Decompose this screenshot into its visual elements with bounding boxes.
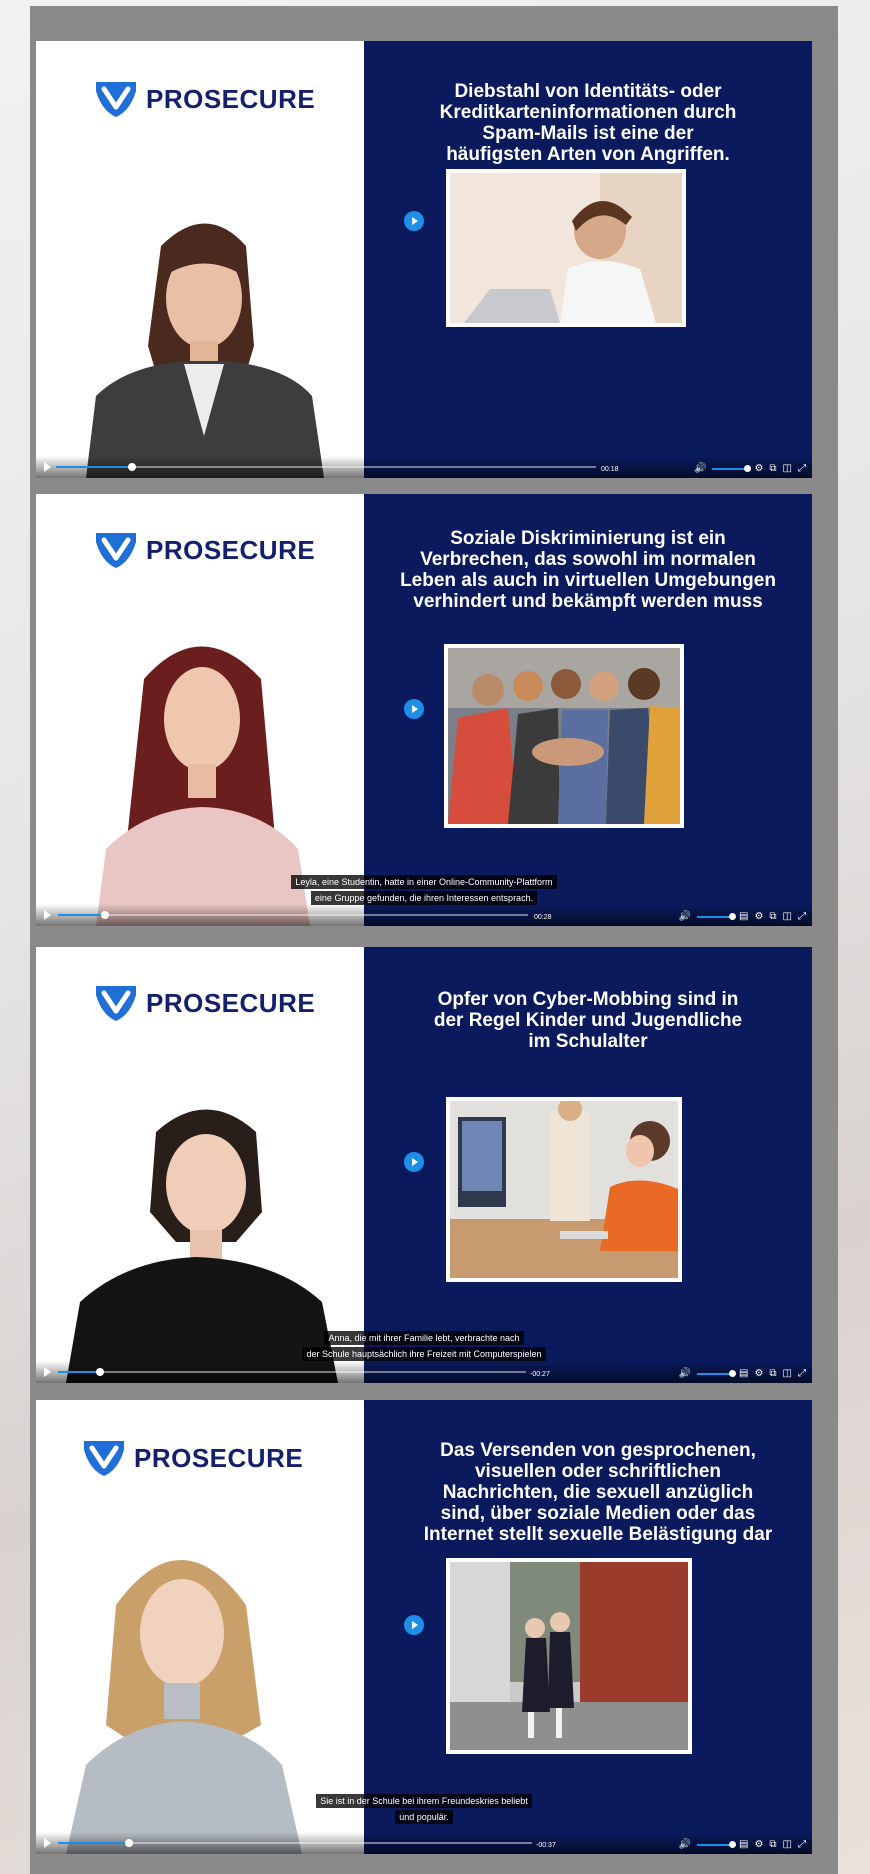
shield-icon [84,1441,124,1476]
settings-icon[interactable]: ⚙ [754,464,763,474]
subtitle-line-2: und populär. [395,1810,453,1824]
play-icon[interactable] [44,1838,51,1848]
slide-headline: Soziale Diskriminierung ist ein Verbrech… [400,528,776,612]
time-display: 00:18 [601,466,619,473]
slide-panel: Soziale Diskriminierung ist ein Verbrech… [364,494,812,926]
chat-icon[interactable]: ◫ [783,1369,792,1379]
control-icons: 🔊 ▤ ⚙ ⧉ ◫ ⤢ [679,912,806,922]
settings-icon[interactable]: ⚙ [754,1369,763,1379]
slide-photo [446,1097,682,1282]
presenter-panel: PROSECURE [36,41,364,478]
progress-bar[interactable] [58,1839,532,1847]
volume-slider[interactable] [696,1841,736,1848]
prosecure-logo: PROSECURE [94,530,315,570]
chat-icon[interactable]: ◫ [783,912,792,922]
slide-photo [444,644,684,828]
play-icon[interactable] [404,1615,424,1635]
popout-icon[interactable]: ⧉ [769,1840,776,1850]
progress-handle[interactable] [96,1368,105,1376]
subtitle-line-2: der Schule hauptsächlich ihre Freizeit m… [302,1347,546,1361]
progress-handle[interactable] [125,1839,134,1847]
video-player-1[interactable]: PROSECURE Diebstahl von Identitäts- oder… [36,41,812,478]
popout-icon[interactable]: ⧉ [769,912,776,922]
brand-name: PROSECURE [146,534,316,565]
progress-bar[interactable] [56,463,596,471]
volume-slider[interactable] [696,913,736,920]
volume-slider[interactable] [696,1370,736,1377]
video-controls: -00:27 🔊 ▤ ⚙ ⧉ ◫ ⤢ [36,1361,812,1383]
settings-icon[interactable]: ⚙ [754,1840,763,1850]
volume-icon[interactable]: 🔊 [679,1840,691,1850]
video-player-4[interactable]: PROSECURE Das Versenden von gesprochenen… [36,1400,812,1854]
fullscreen-icon[interactable]: ⤢ [798,1840,806,1850]
subtitle: Leyla, eine Studentin, hatte in einer On… [36,874,812,906]
video-player-2[interactable]: PROSECURE Soziale Diskriminierung ist ei… [36,494,812,926]
time-display: -00:37 [536,1842,556,1849]
time-display: 00:28 [534,914,552,921]
subtitle-line-2: eine Gruppe gefunden, die ihren Interess… [310,891,538,905]
play-icon[interactable] [44,1367,51,1377]
play-icon[interactable] [404,211,424,231]
progress-handle[interactable] [101,911,109,919]
subtitle-line-1: Sie ist in der Schule bei ihrem Freundes… [316,1794,532,1808]
subtitle-line-1: Leyla, eine Studentin, hatte in einer On… [291,875,557,889]
play-icon[interactable] [44,910,51,920]
volume-icon[interactable]: 🔊 [694,464,706,474]
subtitle-line-1: Anna, die mit ihrer Familie lebt, verbra… [324,1331,524,1345]
presenter-panel: PROSECURE [36,1400,364,1854]
subtitle: Sie ist in der Schule bei ihrem Freundes… [36,1793,812,1825]
control-icons: 🔊 ⚙ ⧉ ◫ ⤢ [694,464,806,474]
presenter-panel: PROSECURE [36,494,364,926]
shield-icon [96,986,136,1021]
brand-name: PROSECURE [134,1442,304,1473]
popout-icon[interactable]: ⧉ [769,1369,776,1379]
video-player-3[interactable]: PROSECURE Opfer von Cyber-Mobbing sind i… [36,947,812,1383]
shield-icon [96,533,136,568]
video-controls: -00:37 🔊 ▤ ⚙ ⧉ ◫ ⤢ [36,1832,812,1854]
presenter-panel: PROSECURE [36,947,364,1383]
time-display: -00:27 [530,1371,550,1378]
slide-photo [446,169,686,327]
shield-icon [96,82,136,117]
control-icons: 🔊 ▤ ⚙ ⧉ ◫ ⤢ [679,1840,806,1850]
control-icons: 🔊 ▤ ⚙ ⧉ ◫ ⤢ [679,1369,806,1379]
progress-bar[interactable] [58,911,528,919]
prosecure-logo: PROSECURE [94,79,315,119]
volume-icon[interactable]: 🔊 [679,912,691,922]
video-controls: 00:28 🔊 ▤ ⚙ ⧉ ◫ ⤢ [36,904,812,926]
chat-icon[interactable]: ◫ [783,464,792,474]
brand-name: PROSECURE [146,83,316,114]
chat-icon[interactable]: ◫ [783,1840,792,1850]
presenter-image [86,223,324,478]
fullscreen-icon[interactable]: ⤢ [798,1369,806,1379]
subtitle: Anna, die mit ihrer Familie lebt, verbra… [36,1330,812,1362]
popout-icon[interactable]: ⧉ [769,464,776,474]
volume-icon[interactable]: 🔊 [679,1369,691,1379]
slide-headline: Diebstahl von Identitäts- oder Kreditkar… [439,81,737,165]
prosecure-logo: PROSECURE [82,1438,303,1478]
fullscreen-icon[interactable]: ⤢ [798,912,806,922]
progress-handle[interactable] [127,463,136,471]
settings-icon[interactable]: ⚙ [754,912,763,922]
captions-icon[interactable]: ▤ [739,1840,748,1850]
play-icon[interactable] [44,462,51,472]
brand-name: PROSECURE [146,987,316,1018]
play-icon[interactable] [404,699,424,719]
progress-bar[interactable] [58,1368,526,1376]
slide-panel: Opfer von Cyber-Mobbing sind in der Rege… [364,947,812,1383]
fullscreen-icon[interactable]: ⤢ [798,464,806,474]
slide-headline: Das Versenden von gesprochenen, visuelle… [423,1440,773,1545]
play-icon[interactable] [404,1152,424,1172]
captions-icon[interactable]: ▤ [739,912,748,922]
video-controls: 00:18 🔊 ⚙ ⧉ ◫ ⤢ [36,456,812,478]
slide-panel: Diebstahl von Identitäts- oder Kreditkar… [364,41,812,478]
slide-panel: Das Versenden von gesprochenen, visuelle… [364,1400,812,1854]
volume-slider[interactable] [712,465,752,472]
slide-headline: Opfer von Cyber-Mobbing sind in der Rege… [433,989,743,1052]
slide-photo [446,1558,692,1754]
prosecure-logo: PROSECURE [94,983,315,1023]
captions-icon[interactable]: ▤ [739,1369,748,1379]
